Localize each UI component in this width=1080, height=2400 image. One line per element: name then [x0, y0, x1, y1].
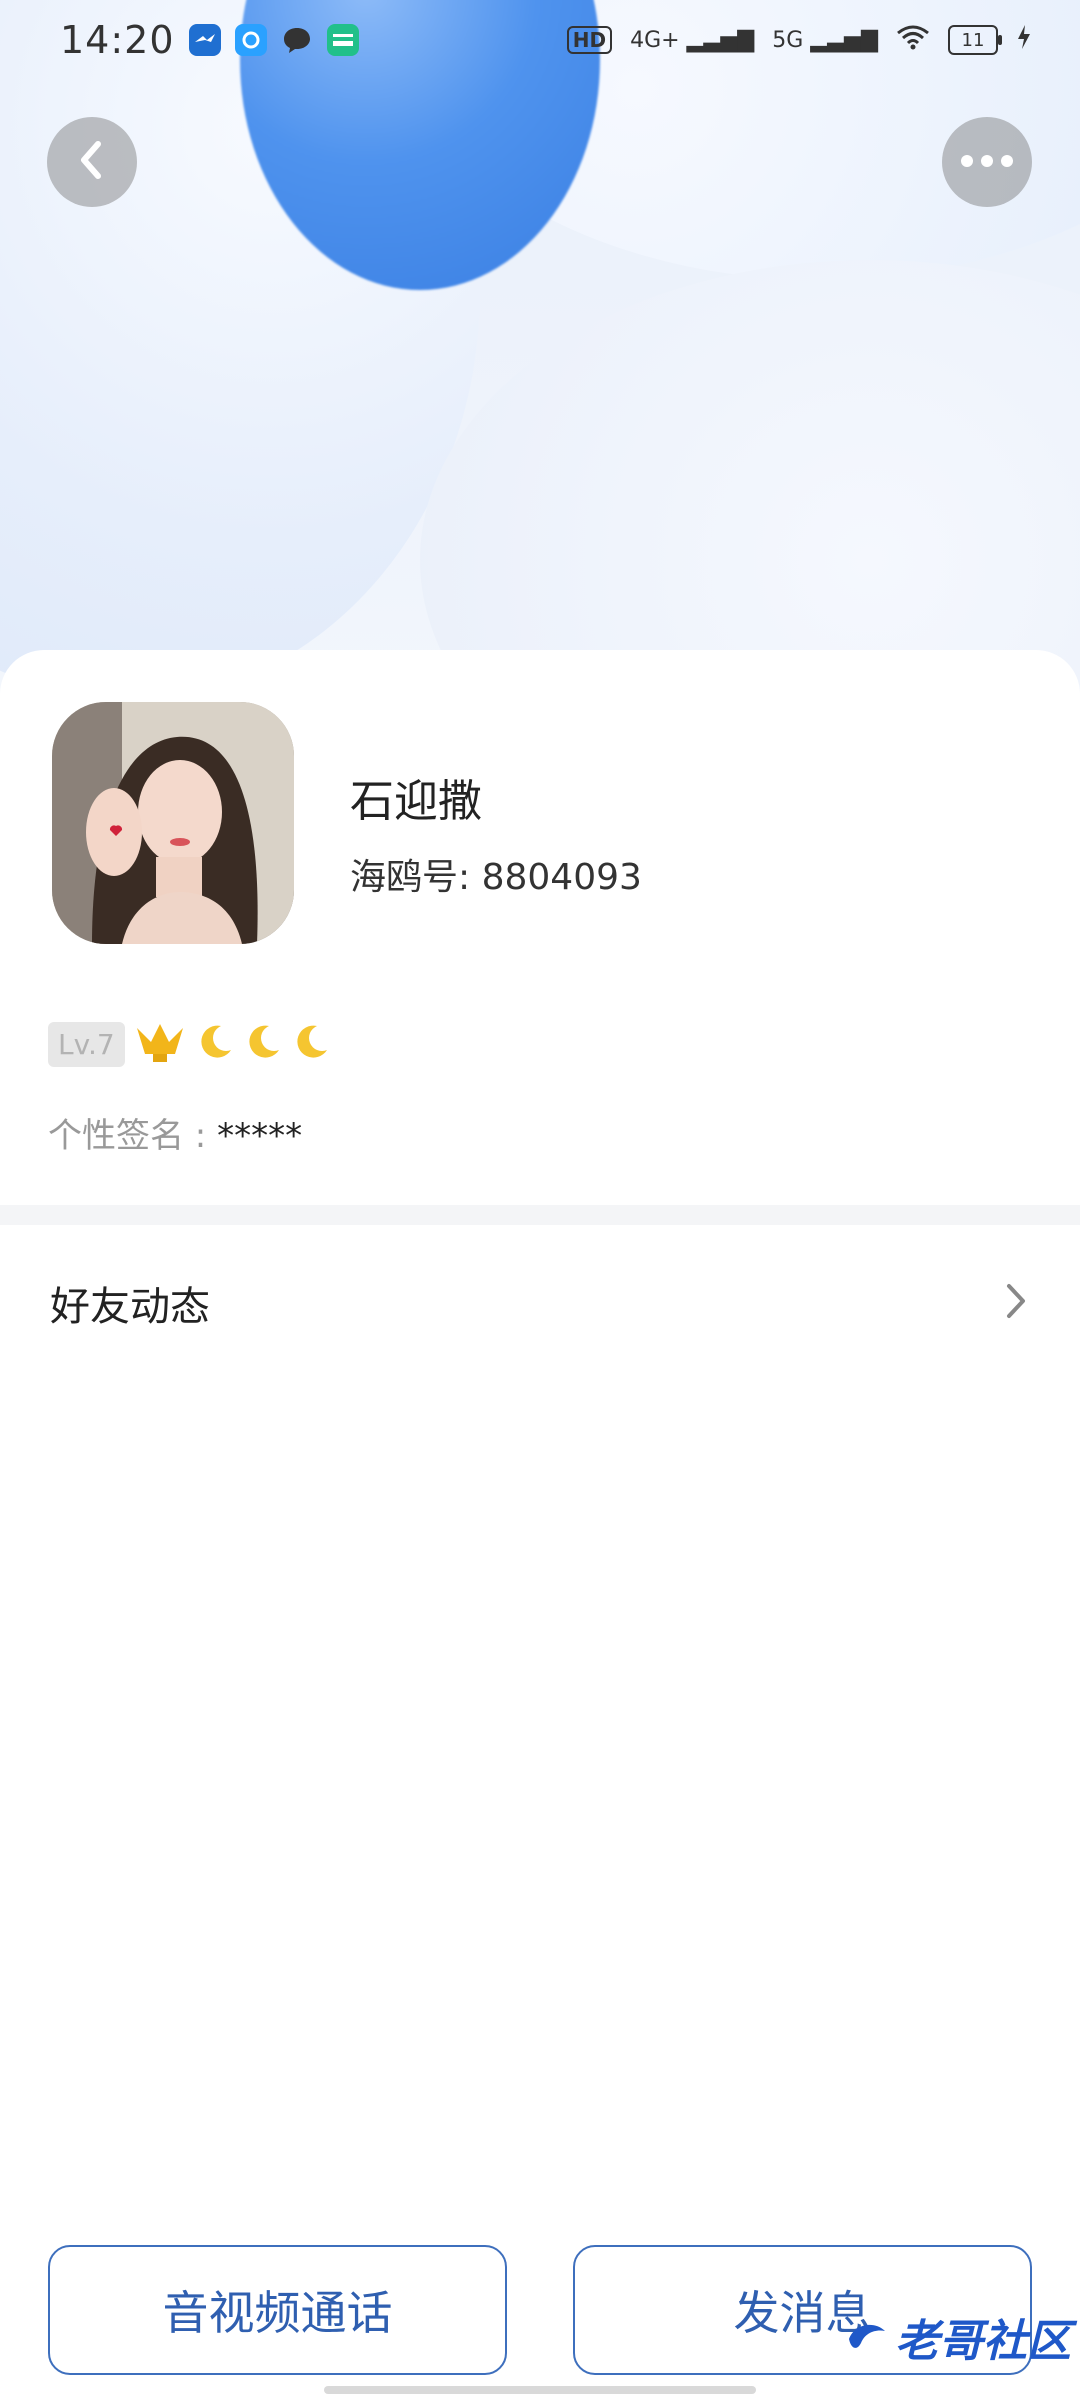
moon-icon [243, 1022, 283, 1066]
hd-indicator: HD [566, 26, 613, 54]
level-row: Lv.7 [48, 1020, 331, 1068]
chevron-right-icon [1004, 1281, 1028, 1325]
status-time: 14:20 [60, 18, 175, 62]
back-button[interactable] [47, 117, 137, 207]
browser-app-icon [234, 24, 267, 56]
section-divider [0, 1205, 1080, 1225]
signature: 个性签名 : ***** [48, 1108, 302, 1157]
watermark-logo: 老哥社区 [845, 2305, 1071, 2369]
status-bar: 14:20 HD 4G+ ▂▃▅▇ 5G ▂▃▅▇ 11 [0, 0, 1080, 80]
home-indicator[interactable] [324, 2386, 756, 2394]
chevron-left-icon [74, 138, 110, 186]
bird-app-icon [188, 24, 221, 56]
profile-id[interactable]: 海鸥号: 8804093 [350, 848, 642, 900]
network-5g-indicator: 5G ▂▃▅▇ [772, 27, 878, 53]
boss-app-icon [326, 24, 359, 56]
watermark-bird-icon [849, 2324, 885, 2348]
network-4g-indicator: 4G+ ▂▃▅▇ [630, 27, 755, 53]
profile-header-background [0, 0, 1080, 700]
battery-indicator: 11 [948, 25, 1002, 55]
level-badge: Lv.7 [48, 1021, 125, 1067]
more-options-button[interactable] [942, 117, 1032, 207]
watermark-text: 老哥社区 [895, 2316, 1071, 2367]
friend-moments-label: 好友动态 [50, 1283, 210, 1330]
more-dots-icon [959, 153, 1015, 172]
chat-bubble-icon [281, 24, 313, 56]
profile-card: 石迎撒 海鸥号: 8804093 Lv.7 个性签名 : ***** [0, 650, 1080, 1205]
friend-moments-row[interactable]: 好友动态 [0, 1245, 1080, 1360]
wifi-icon [896, 24, 930, 56]
charging-icon [1016, 24, 1032, 56]
signature-value: ***** [217, 1116, 303, 1156]
avatar[interactable] [52, 702, 294, 944]
moon-icon [195, 1022, 235, 1066]
signature-label: 个性签名 : [48, 1116, 218, 1156]
bg-shape [420, 260, 1080, 700]
crown-icon [133, 1020, 187, 1068]
profile-name: 石迎撒 [350, 776, 482, 827]
video-call-button[interactable]: 音视频通话 [48, 2245, 507, 2375]
moon-icon [291, 1022, 331, 1066]
